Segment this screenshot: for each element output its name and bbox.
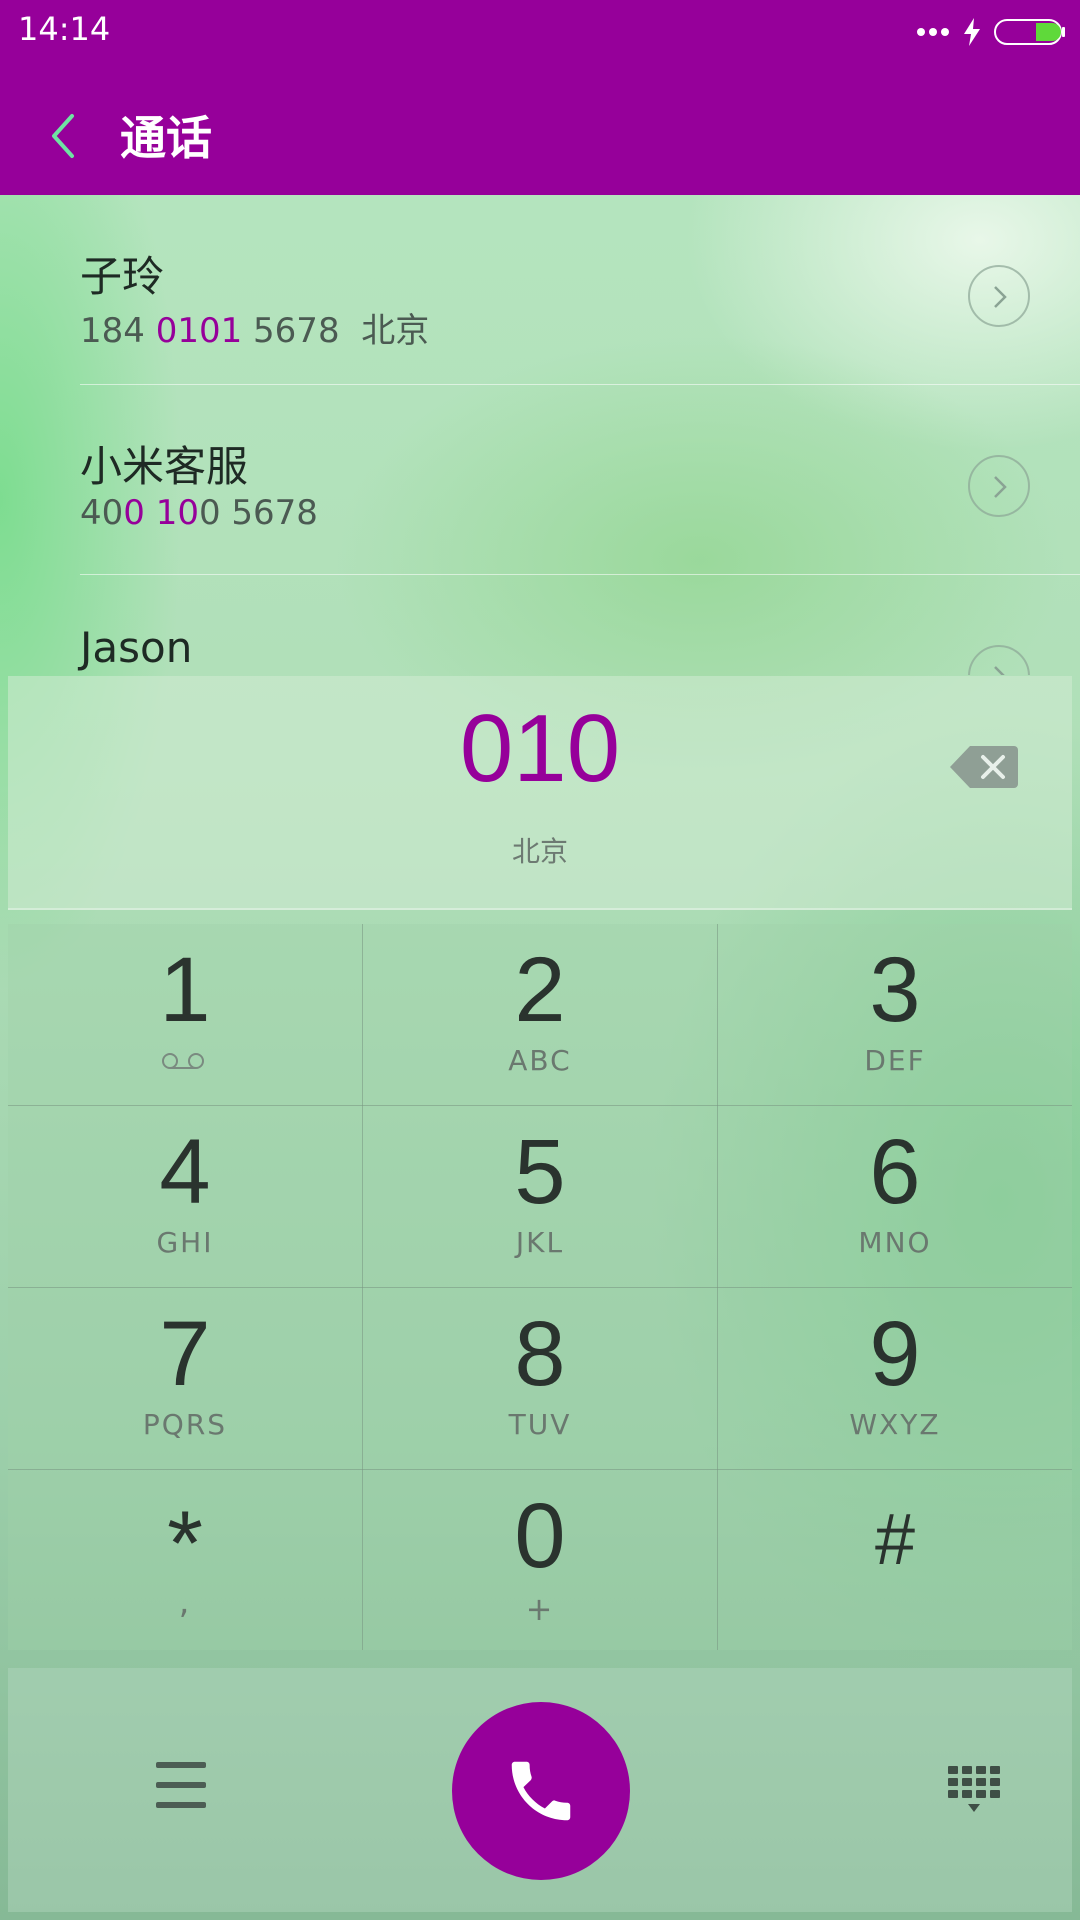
number-match: 0 10 [123,493,199,533]
number-location: 北京 [511,835,568,868]
key-digit: 8 [514,1303,566,1405]
key-digit: 3 [869,939,921,1041]
key-digit: 9 [869,1303,921,1405]
number-prefix: 40 [80,493,124,533]
page-title: 通话 [120,111,212,165]
key-5[interactable]: 5 JKL [363,1106,717,1287]
key-star[interactable]: * , [8,1470,362,1651]
keypad: 1 2 ABC 3 DEF 4 GHI 5 JKL 6 MNO 7 PQRS 8… [8,924,1072,1650]
dialer-app: 14:14 通话 子玲 184 0101 5678 北京 小米客服 400 10… [0,0,1080,1920]
phone-icon [511,1761,571,1821]
contact-name: 子玲 [80,252,165,301]
key-digit: 7 [159,1303,211,1405]
contact-detail-button[interactable] [968,265,1030,327]
key-digit: * [167,1493,203,1595]
key-digit: 0 [514,1485,566,1587]
key-letters: , [178,1582,192,1622]
chevron-right-icon [994,476,1007,498]
contact-name: Jason [80,623,193,672]
key-digit: 6 [869,1121,921,1223]
key-letters: DEF [864,1044,926,1077]
header: 通话 [0,80,1080,195]
battery-icon [994,19,1065,45]
key-letters: GHI [156,1226,214,1259]
key-6[interactable]: 6 MNO [718,1106,1072,1287]
key-letters: ABC [508,1044,572,1077]
backspace-icon[interactable] [948,742,1020,792]
dial-display: 010 北京 [8,676,1072,910]
key-digit: # [874,1500,916,1580]
key-digit: 1 [159,939,211,1041]
contact-detail-button[interactable] [968,455,1030,517]
key-digit: 2 [514,939,566,1041]
contact-name: 小米客服 [80,442,249,491]
key-letters: MNO [858,1226,932,1259]
contact-list: 子玲 184 0101 5678 北京 小米客服 400 100 5678 Ja… [0,195,1080,675]
contact-number: 400 100 5678 [80,493,318,533]
top-bar: 14:14 通话 [0,0,1080,195]
key-4[interactable]: 4 GHI [8,1106,362,1287]
key-letters: WXYZ [849,1408,941,1441]
list-item[interactable]: 子玲 184 0101 5678 北京 [0,195,1080,385]
charging-bolt-icon [964,18,980,46]
key-8[interactable]: 8 TUV [363,1288,717,1469]
contact-number: 184 0101 5678 北京 [80,303,429,352]
key-0[interactable]: 0 + [363,1470,717,1651]
chevron-right-icon [994,286,1007,308]
key-letters: + [525,1590,555,1628]
list-item[interactable]: 小米客服 400 100 5678 [0,385,1080,575]
divider [8,1469,1072,1470]
list-item[interactable]: Jason [0,575,1080,675]
divider [8,1105,1072,1106]
key-1[interactable]: 1 [8,924,362,1105]
key-2[interactable]: 2 ABC [363,924,717,1105]
key-letters: PQRS [142,1408,228,1441]
contact-location: 北京 [361,311,430,351]
voicemail-icon [162,1053,204,1069]
dialpad-icon[interactable] [946,1764,1002,1820]
more-dots-icon [917,28,949,36]
key-digit: 5 [514,1121,566,1223]
key-3[interactable]: 3 DEF [718,924,1072,1105]
number-match: 0101 [155,311,243,351]
number-suffix: 0 5678 [198,493,318,533]
key-letters: JKL [515,1226,565,1259]
number-prefix: 184 [80,311,156,351]
bottom-bar [8,1668,1072,1912]
contact-detail-button[interactable] [968,645,1030,675]
key-letters: TUV [508,1408,572,1441]
status-icons [916,14,1066,50]
status-time: 14:14 [18,10,111,48]
call-button[interactable] [452,1702,630,1880]
key-7[interactable]: 7 PQRS [8,1288,362,1469]
key-hash[interactable]: # [718,1470,1072,1651]
divider [8,1287,1072,1288]
chevron-left-icon[interactable] [44,106,84,166]
number-suffix: 5678 [242,311,340,351]
menu-icon[interactable] [156,1762,206,1808]
chevron-right-icon [994,666,1005,675]
key-digit: 4 [159,1121,211,1223]
dialed-number: 010 [459,695,621,802]
key-9[interactable]: 9 WXYZ [718,1288,1072,1469]
